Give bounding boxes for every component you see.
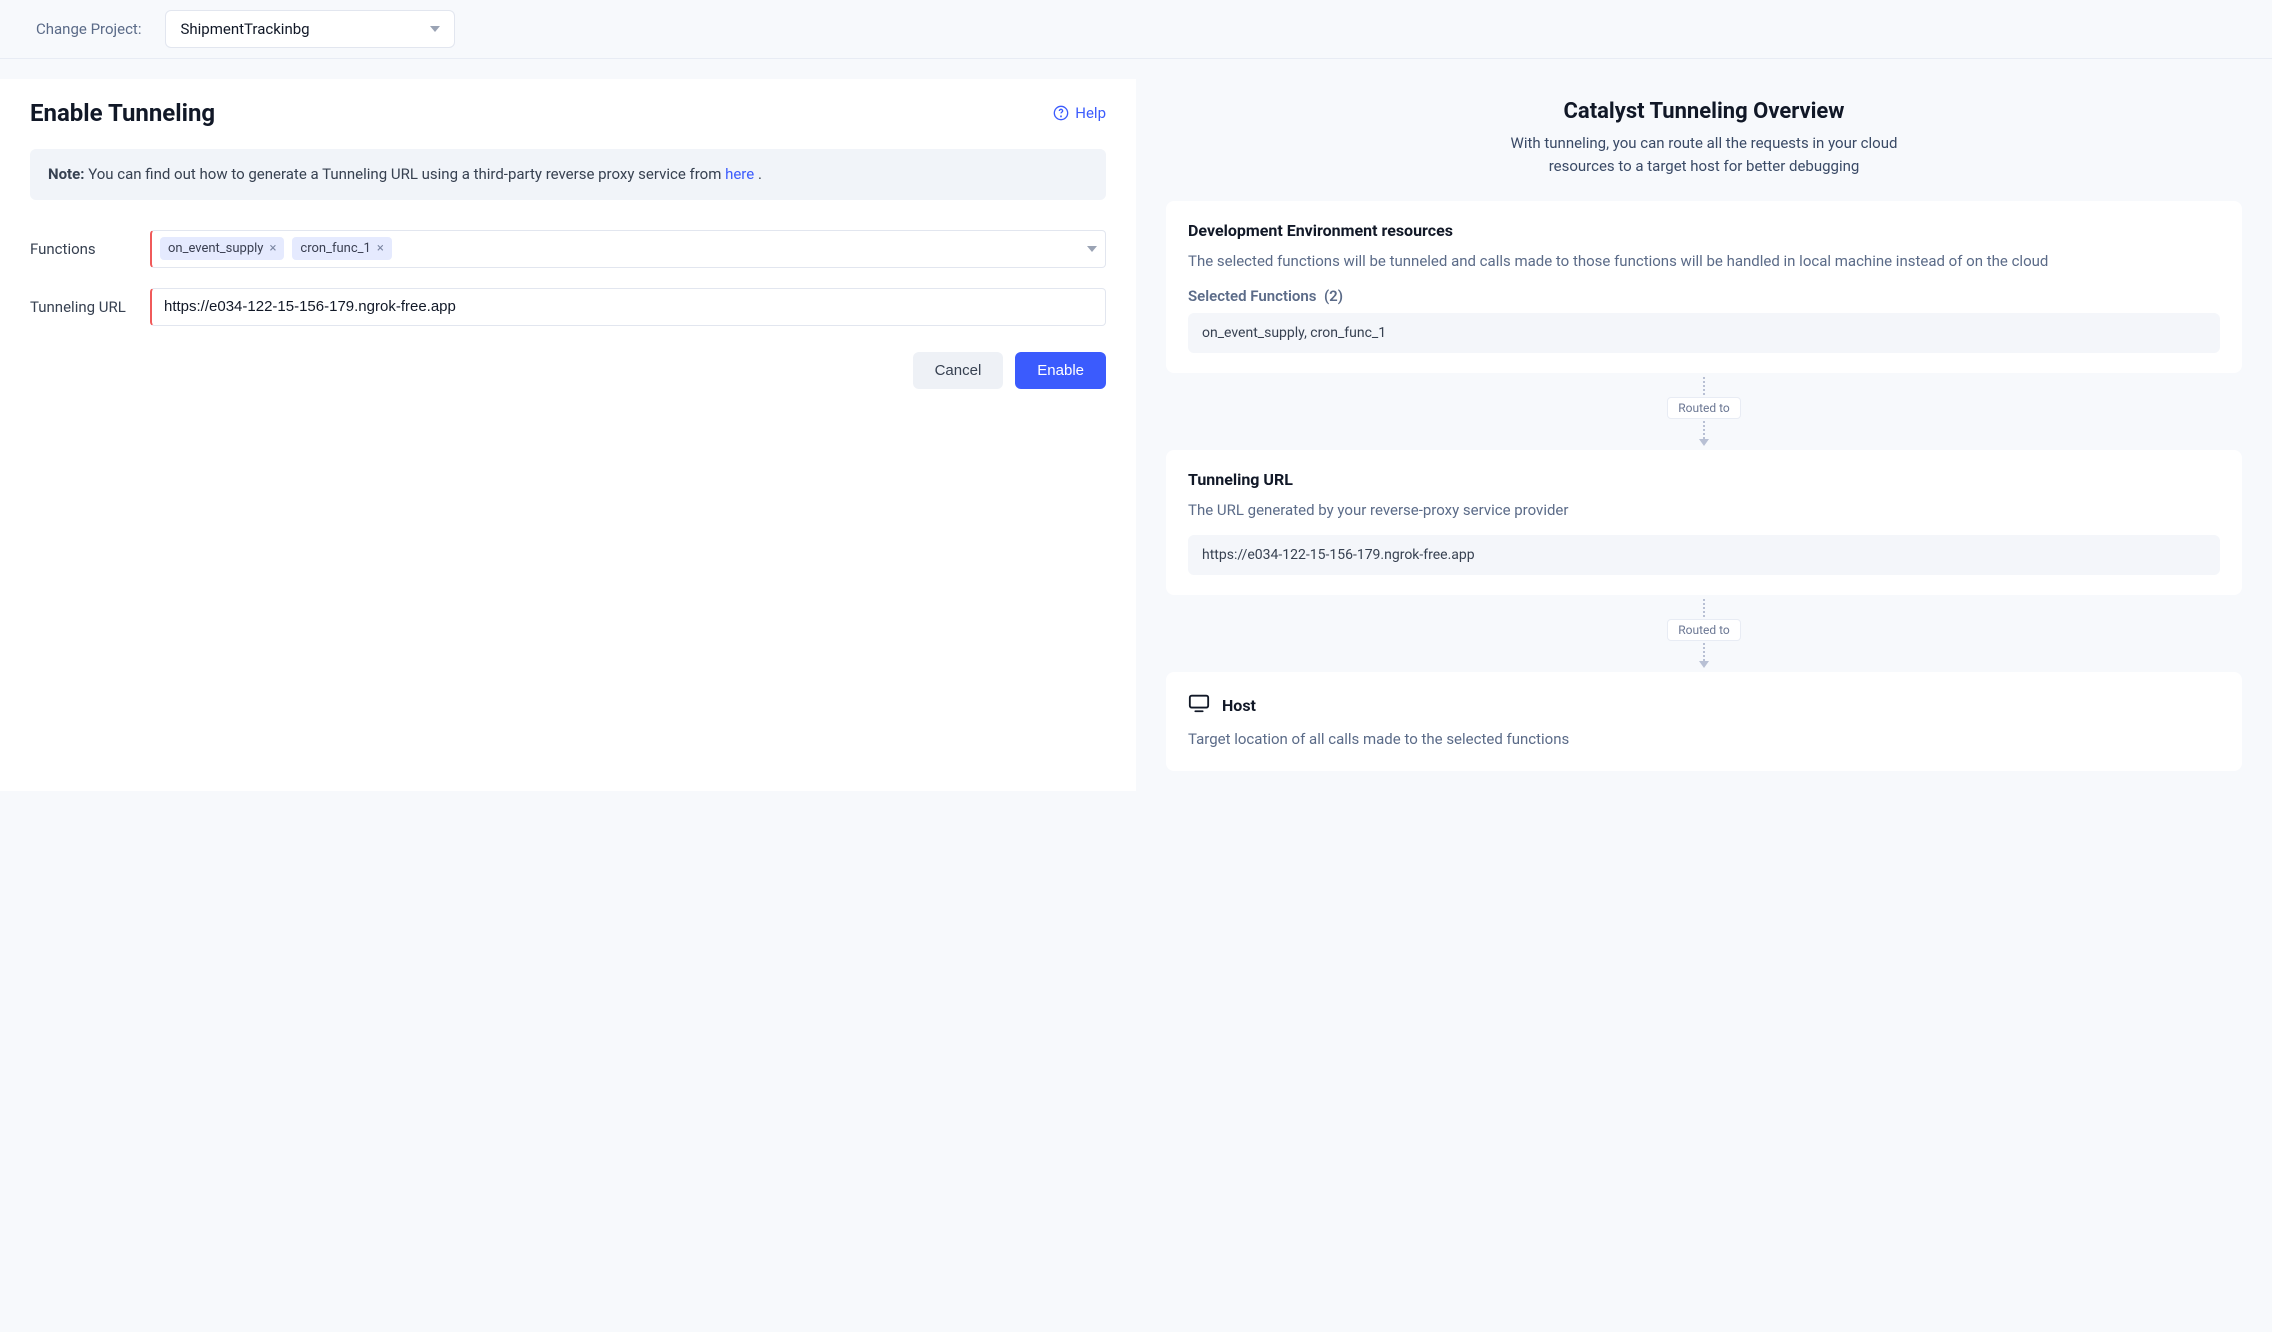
button-row: Cancel Enable <box>30 352 1106 389</box>
right-panel: Catalyst Tunneling Overview With tunneli… <box>1156 79 2272 791</box>
dev-env-subtext: The selected functions will be tunneled … <box>1188 250 2220 273</box>
chip-remove-icon[interactable]: × <box>377 241 384 256</box>
dotted-line-icon <box>1703 377 1705 395</box>
page-title-row: Enable Tunneling Help <box>30 99 1106 127</box>
functions-multiselect[interactable]: on_event_supply × cron_func_1 × <box>150 230 1106 268</box>
help-link[interactable]: Help <box>1053 104 1106 122</box>
dev-env-card: Development Environment resources The se… <box>1166 201 2242 373</box>
tunneling-url-label: Tunneling URL <box>30 298 150 316</box>
dev-env-title: Development Environment resources <box>1188 221 2220 240</box>
chip-label: on_event_supply <box>168 241 263 256</box>
note-label: Note: <box>48 165 84 183</box>
connector: Routed to <box>1166 595 2242 672</box>
chip-label: cron_func_1 <box>300 241 370 256</box>
project-select-value: ShipmentTrackinbg <box>180 20 309 38</box>
arrow-down-icon <box>1699 439 1709 446</box>
left-panel: Enable Tunneling Help Note: You can find… <box>0 79 1136 791</box>
note-text-2: . <box>758 165 762 183</box>
note-text-1: You can find out how to generate a Tunne… <box>88 165 725 183</box>
function-chip: on_event_supply × <box>160 237 284 260</box>
help-icon <box>1053 105 1069 121</box>
cancel-button[interactable]: Cancel <box>913 352 1004 389</box>
chevron-down-icon <box>430 26 440 32</box>
note-here-link[interactable]: here <box>725 165 754 183</box>
tunneling-url-box: https://e034-122-15-156-179.ngrok-free.a… <box>1188 535 2220 575</box>
functions-label: Functions <box>30 240 150 258</box>
tunneling-url-input[interactable] <box>150 288 1106 326</box>
arrow-down-icon <box>1699 661 1709 668</box>
top-bar: Change Project: ShipmentTrackinbg <box>0 0 2272 59</box>
enable-button[interactable]: Enable <box>1015 352 1106 389</box>
dotted-line-icon <box>1703 643 1705 661</box>
selected-functions-box: on_event_supply, cron_func_1 <box>1188 313 2220 353</box>
tunneling-url-card: Tunneling URL The URL generated by your … <box>1166 450 2242 596</box>
page-title: Enable Tunneling <box>30 99 215 127</box>
host-title: Host <box>1222 696 1256 715</box>
dotted-line-icon <box>1703 421 1705 439</box>
host-card: Host Target location of all calls made t… <box>1166 672 2242 771</box>
routed-to-pill: Routed to <box>1667 619 1741 641</box>
main-wrap: Enable Tunneling Help Note: You can find… <box>0 59 2272 811</box>
overview-title: Catalyst Tunneling Overview <box>1166 99 2242 124</box>
chip-remove-icon[interactable]: × <box>269 241 276 256</box>
tunneling-url-card-title: Tunneling URL <box>1188 470 2220 489</box>
dotted-line-icon <box>1703 599 1705 617</box>
tunneling-url-card-sub: The URL generated by your reverse-proxy … <box>1188 499 2220 522</box>
function-chip: cron_func_1 × <box>292 237 391 260</box>
help-label: Help <box>1075 104 1106 122</box>
chevron-down-icon <box>1087 246 1097 252</box>
connector: Routed to <box>1166 373 2242 450</box>
note-box: Note: You can find out how to generate a… <box>30 149 1106 200</box>
functions-row: Functions on_event_supply × cron_func_1 … <box>30 230 1106 268</box>
project-select[interactable]: ShipmentTrackinbg <box>165 10 455 48</box>
function-chips: on_event_supply × cron_func_1 × <box>160 237 392 260</box>
selected-functions-label: Selected Functions (2) <box>1188 287 2220 305</box>
routed-to-pill: Routed to <box>1667 397 1741 419</box>
tunneling-url-row: Tunneling URL <box>30 288 1106 326</box>
change-project-label: Change Project: <box>36 20 141 38</box>
overview-subtitle: With tunneling, you can route all the re… <box>1494 132 1914 177</box>
monitor-icon <box>1188 692 1210 718</box>
host-row: Host <box>1188 692 2220 718</box>
host-subtext: Target location of all calls made to the… <box>1188 728 2220 751</box>
